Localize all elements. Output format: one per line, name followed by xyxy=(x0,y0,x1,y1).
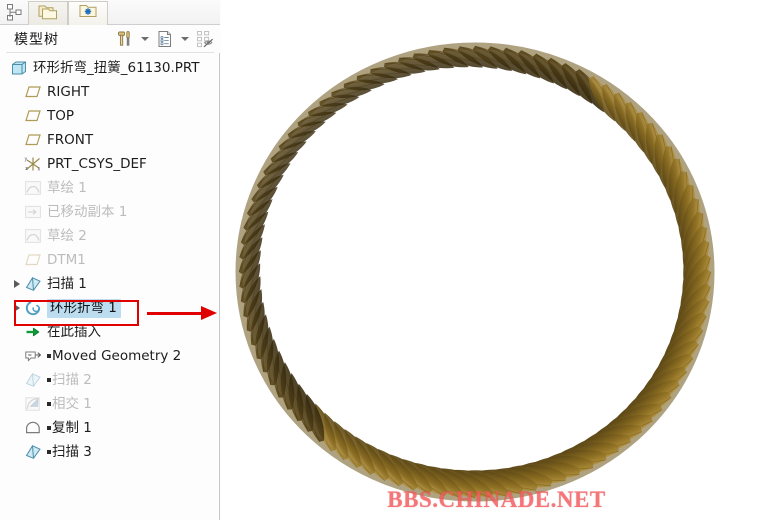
part-cube-icon xyxy=(10,59,28,77)
tree-header-toolbar xyxy=(114,27,216,50)
display-list-button[interactable] xyxy=(154,27,176,50)
sweep-icon xyxy=(24,443,42,461)
sweep-icon xyxy=(24,275,42,293)
tree-item-2[interactable]: TOP xyxy=(0,104,219,128)
model-tree-panel: 模型树 环形折弯_扭簧_61130.PRT RIGHT TOP FRONT y … xyxy=(0,0,220,520)
sketch-icon xyxy=(24,179,42,197)
toroidal-bend-torsion-spring-model xyxy=(235,42,715,502)
expander-toggle-icon[interactable] xyxy=(10,272,24,296)
feature-marker-icon xyxy=(47,402,51,406)
tree-item-0[interactable]: 环形折弯_扭簧_61130.PRT xyxy=(0,56,219,80)
panel-tab-strip xyxy=(0,0,220,25)
svg-text:x: x xyxy=(38,166,41,172)
tree-item-1[interactable]: RIGHT xyxy=(0,80,219,104)
tree-item-label: 扫描 3 xyxy=(52,444,92,460)
feature-marker-icon xyxy=(47,378,51,382)
tree-item-label: TOP xyxy=(47,108,75,124)
tree-item-label: 扫描 2 xyxy=(52,372,92,388)
navigator-nodes-icon xyxy=(6,3,24,22)
tree-item-label: 已移动副本 1 xyxy=(47,204,128,220)
settings-tools-button[interactable] xyxy=(114,27,136,50)
feature-marker-icon xyxy=(47,450,51,454)
panel-title: 模型树 xyxy=(14,32,59,48)
tab-model-tree[interactable] xyxy=(28,1,68,25)
moved-copy-icon xyxy=(24,203,42,221)
sketch-icon xyxy=(24,227,42,245)
model-tree-header: 模型树 xyxy=(0,25,220,53)
datum-plane-icon xyxy=(24,251,42,269)
tree-item-5[interactable]: 草绘 1 xyxy=(0,176,219,200)
expander-toggle-icon[interactable] xyxy=(10,296,24,320)
tree-item-15[interactable]: 复制 1 xyxy=(0,416,219,440)
svg-text:y: y xyxy=(25,156,28,162)
tab-folder-browser[interactable] xyxy=(68,1,108,25)
tree-item-label: FRONT xyxy=(47,132,94,148)
tree-filter-button[interactable] xyxy=(194,27,216,50)
tree-item-7[interactable]: 草绘 2 xyxy=(0,224,219,248)
model-tree-list[interactable]: 环形折弯_扭簧_61130.PRT RIGHT TOP FRONT y z x PRT_CSY… xyxy=(0,56,219,518)
folder-stack-icon xyxy=(37,2,59,25)
header-divider xyxy=(6,52,214,53)
datum-plane-icon xyxy=(24,131,42,149)
tree-item-8[interactable]: DTM1 xyxy=(0,248,219,272)
tree-item-label: RIGHT xyxy=(47,84,90,100)
tree-item-14[interactable]: 相交 1 xyxy=(0,392,219,416)
feature-marker-icon xyxy=(47,354,51,358)
folder-star-icon xyxy=(77,2,99,25)
forum-watermark: BBS.CHINADE.NET xyxy=(387,487,606,512)
tree-item-13[interactable]: 扫描 2 xyxy=(0,368,219,392)
tree-item-9[interactable]: 扫描 1 xyxy=(0,272,219,296)
settings-dropdown-chevron-down-icon[interactable] xyxy=(141,36,149,41)
copy-icon xyxy=(24,419,42,437)
insert-here-arrow-icon xyxy=(24,323,42,341)
tree-item-label: 相交 1 xyxy=(52,396,92,412)
tree-item-label: 环形折弯 1 xyxy=(47,298,121,318)
tree-item-label: DTM1 xyxy=(47,252,86,268)
feature-marker-icon xyxy=(47,426,51,430)
tree-item-16[interactable]: 扫描 3 xyxy=(0,440,219,464)
tree-item-label: 草绘 2 xyxy=(47,228,87,244)
tree-item-label: 环形折弯_扭簧_61130.PRT xyxy=(33,60,200,76)
tree-item-label: PRT_CSYS_DEF xyxy=(47,156,147,172)
datum-plane-icon xyxy=(24,107,42,125)
intersect-icon xyxy=(24,395,42,413)
tree-item-12[interactable]: Moved Geometry 2 xyxy=(0,344,219,368)
graphics-viewport[interactable]: BBS.CHINADE.NET xyxy=(221,0,772,520)
tree-item-4[interactable]: y z x PRT_CSYS_DEF xyxy=(0,152,219,176)
datum-plane-icon xyxy=(24,83,42,101)
tree-item-label: 在此插入 xyxy=(47,324,101,340)
moved-geometry-icon xyxy=(24,347,42,365)
tree-item-label: 草绘 1 xyxy=(47,180,87,196)
sweep-icon xyxy=(24,371,42,389)
tree-item-6[interactable]: 已移动副本 1 xyxy=(0,200,219,224)
display-dropdown-chevron-down-icon[interactable] xyxy=(181,36,189,41)
tree-item-label: 扫描 1 xyxy=(47,276,87,292)
tree-item-11[interactable]: 在此插入 xyxy=(0,320,219,344)
tree-item-10[interactable]: 环形折弯 1 xyxy=(0,296,219,320)
tree-item-label: Moved Geometry 2 xyxy=(52,348,182,364)
tree-item-3[interactable]: FRONT xyxy=(0,128,219,152)
pro-engineer-window: 模型树 环形折弯_扭簧_61130.PRT RIGHT TOP FRONT y … xyxy=(0,0,772,520)
coordinate-system-icon: yzx xyxy=(24,155,42,173)
toroidal-bend-icon xyxy=(24,299,42,317)
tree-item-label: 复制 1 xyxy=(52,420,92,436)
